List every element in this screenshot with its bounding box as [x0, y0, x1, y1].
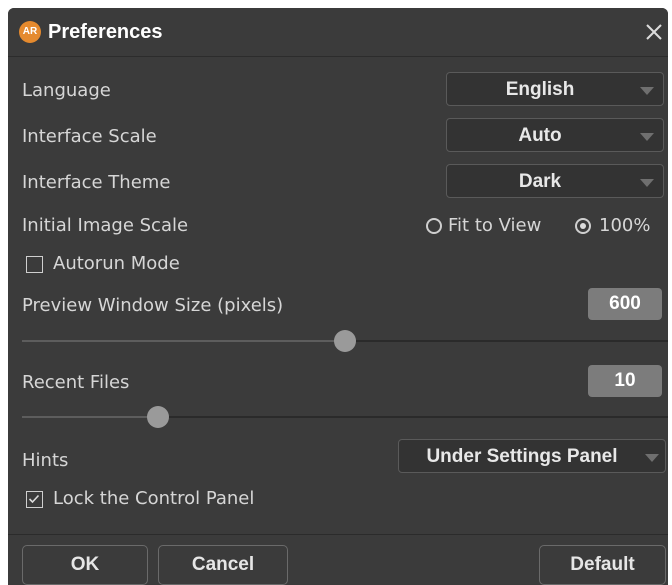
preferences-dialog: AR Preferences Language English Interfac… — [8, 8, 668, 585]
interface-scale-label: Interface Scale — [22, 126, 157, 147]
preview-window-size-value[interactable]: 600 — [588, 288, 662, 320]
hints-label: Hints — [22, 450, 69, 471]
cancel-button[interactable]: Cancel — [158, 545, 288, 585]
recent-files-slider[interactable] — [22, 406, 668, 428]
interface-theme-value: Dark — [518, 171, 562, 192]
autorun-mode-label: Autorun Mode — [53, 253, 180, 274]
fit-to-view-label: Fit to View — [448, 215, 542, 236]
interface-theme-label: Interface Theme — [22, 172, 171, 193]
close-button[interactable] — [642, 20, 666, 44]
recent-files-value[interactable]: 10 — [588, 365, 662, 397]
interface-scale-value: Auto — [518, 125, 562, 146]
chevron-down-icon — [640, 179, 654, 187]
chevron-down-icon — [645, 454, 659, 462]
preview-window-size-slider[interactable] — [22, 330, 668, 352]
hints-dropdown[interactable]: Under Settings Panel — [398, 439, 666, 473]
slider-thumb[interactable] — [146, 406, 169, 428]
hints-value: Under Settings Panel — [426, 446, 618, 467]
recent-files-label: Recent Files — [22, 372, 130, 393]
fit-to-view-radio[interactable] — [426, 218, 442, 234]
default-button[interactable]: Default — [539, 545, 666, 585]
language-label: Language — [22, 80, 111, 101]
autorun-mode-checkbox[interactable] — [26, 256, 43, 273]
close-icon — [646, 24, 662, 40]
app-logo-icon: AR — [19, 21, 41, 43]
ok-button[interactable]: OK — [22, 545, 148, 585]
slider-fill — [22, 340, 345, 342]
lock-control-panel-label: Lock the Control Panel — [53, 488, 255, 509]
title-bar: AR Preferences — [8, 8, 668, 57]
interface-theme-dropdown[interactable]: Dark — [446, 164, 664, 198]
preview-window-size-label: Preview Window Size (pixels) — [22, 295, 284, 316]
scale-100-radio[interactable] — [575, 218, 591, 234]
chevron-down-icon — [640, 87, 654, 95]
language-value: English — [505, 79, 575, 100]
scale-100-label: 100% — [599, 215, 651, 236]
dialog-title: Preferences — [48, 21, 163, 43]
chevron-down-icon — [640, 133, 654, 141]
slider-thumb[interactable] — [334, 330, 356, 352]
footer-divider — [8, 534, 668, 535]
slider-fill — [22, 416, 158, 418]
checkmark-icon — [28, 494, 40, 504]
radio-selected-dot — [580, 223, 586, 229]
language-dropdown[interactable]: English — [446, 72, 664, 106]
initial-image-scale-label: Initial Image Scale — [22, 215, 189, 236]
interface-scale-dropdown[interactable]: Auto — [446, 118, 664, 152]
lock-control-panel-checkbox[interactable] — [26, 491, 43, 508]
